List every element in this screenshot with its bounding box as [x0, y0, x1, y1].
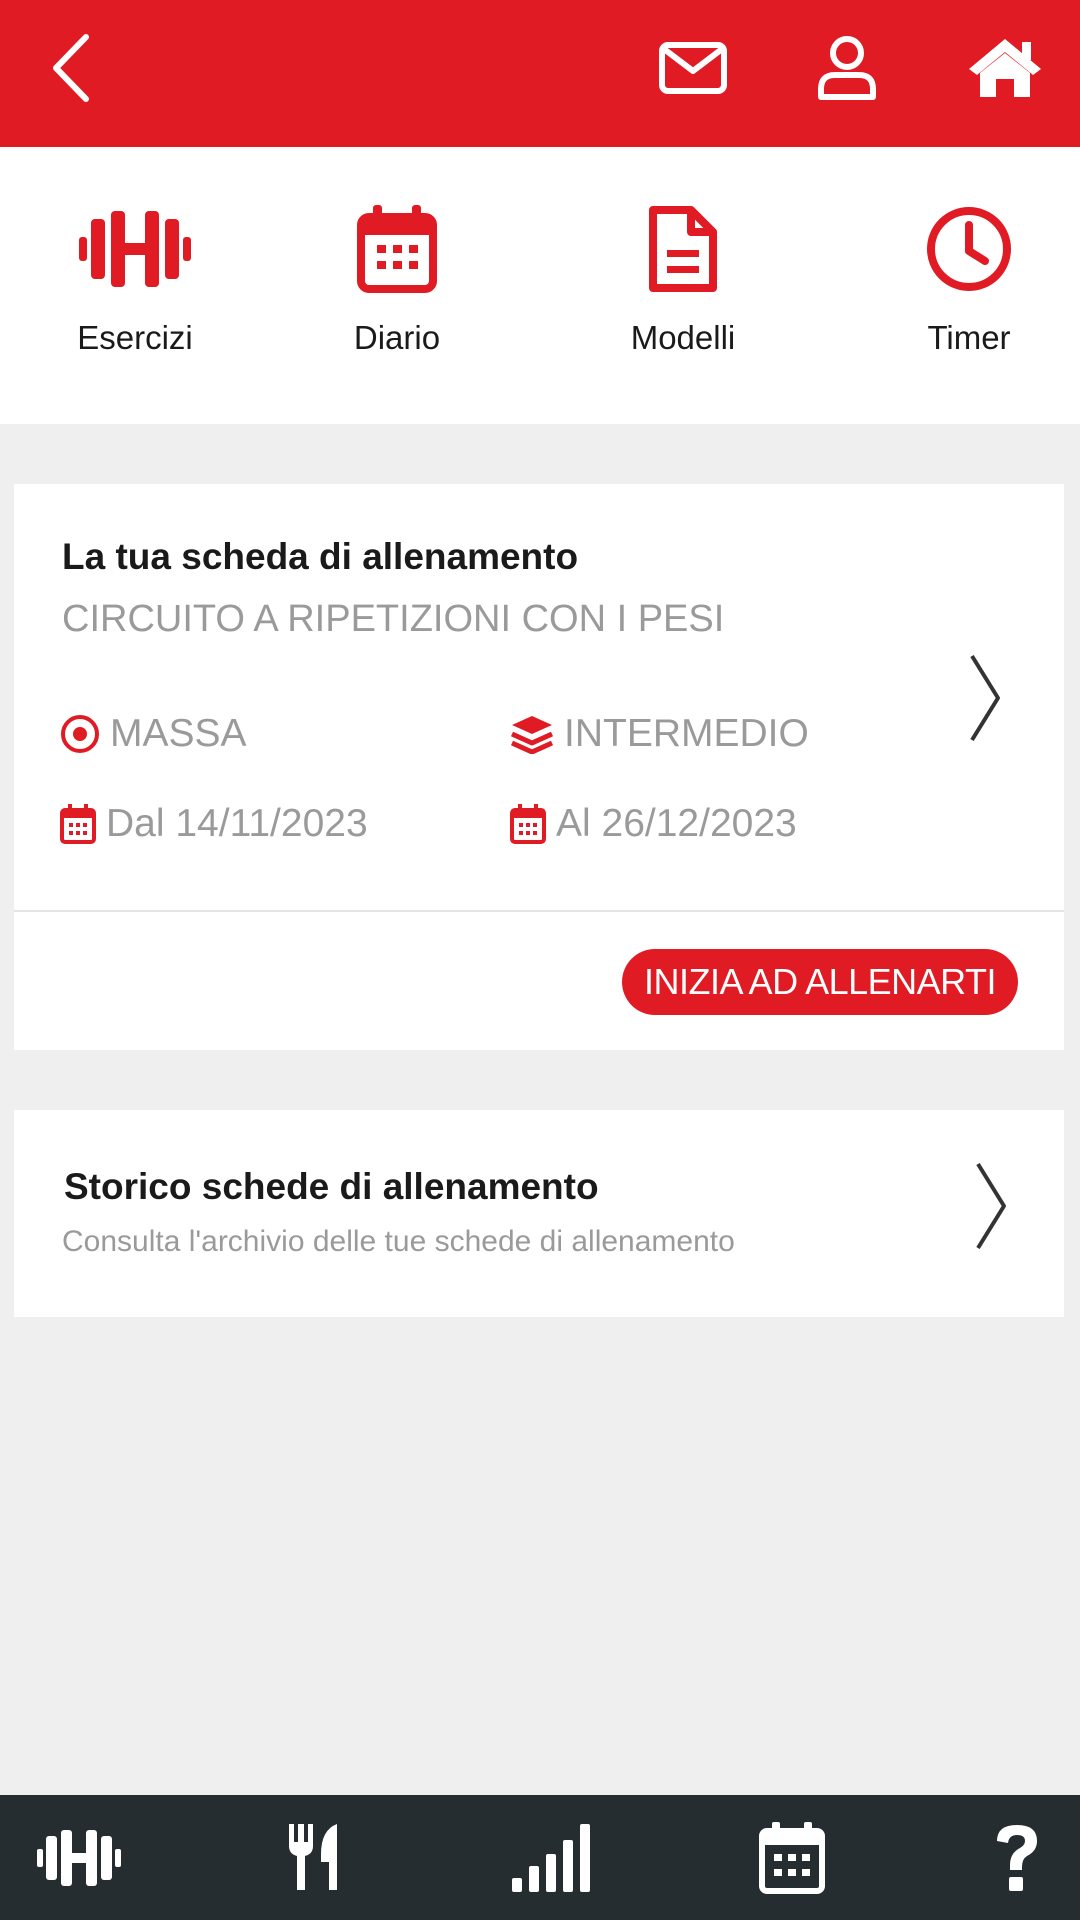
top-bar — [0, 0, 1080, 147]
nav-esercizi-label: Esercizi — [77, 319, 193, 356]
nav-modelli[interactable]: Modelli — [548, 147, 818, 424]
home-button[interactable] — [965, 28, 1045, 108]
user-icon — [818, 36, 876, 100]
plan-level-text: INTERMEDIO — [564, 712, 809, 755]
document-icon — [649, 206, 717, 292]
chevron-right-icon[interactable] — [974, 1160, 1008, 1252]
calendar-icon — [357, 205, 437, 293]
signal-bars-icon — [512, 1823, 590, 1892]
layers-icon — [510, 716, 554, 754]
plan-end-date: Al 26/12/2023 — [510, 802, 797, 846]
calendar-icon — [759, 1821, 825, 1894]
plan-end-date-text: Al 26/12/2023 — [556, 802, 797, 845]
bottom-nav-workout[interactable] — [4, 1795, 154, 1920]
chevron-right-icon[interactable] — [968, 652, 1002, 744]
history-card[interactable]: Storico schede di allenamento Consulta l… — [14, 1110, 1064, 1317]
nav-diario[interactable]: Diario — [262, 147, 532, 424]
messages-button[interactable] — [653, 28, 733, 108]
dumbbell-icon — [37, 1829, 121, 1886]
fork-knife-icon — [289, 1823, 337, 1890]
nav-timer[interactable]: Timer — [834, 147, 1080, 424]
plan-level: INTERMEDIO — [510, 712, 809, 756]
clock-icon — [927, 207, 1011, 291]
dumbbell-icon — [79, 211, 191, 287]
current-plan-name: CIRCUITO A RIPETIZIONI CON I PESI — [62, 598, 725, 640]
card-divider — [14, 910, 1064, 912]
current-plan-heading: La tua scheda di allenamento — [62, 536, 579, 577]
bottom-nav-calendar[interactable] — [717, 1795, 867, 1920]
history-heading: Storico schede di allenamento — [64, 1166, 599, 1207]
nav-timer-label: Timer — [927, 319, 1011, 356]
plan-goal: MASSA — [60, 712, 247, 756]
back-icon — [53, 34, 89, 102]
plan-goal-text: MASSA — [110, 712, 247, 755]
nav-modelli-label: Modelli — [630, 319, 736, 356]
home-icon — [969, 39, 1041, 97]
calendar-icon — [510, 804, 546, 844]
plan-start-date: Dal 14/11/2023 — [60, 802, 368, 846]
nav-esercizi[interactable]: Esercizi — [0, 147, 270, 424]
bottom-nav-help[interactable] — [942, 1795, 1080, 1920]
mail-icon — [659, 42, 727, 94]
nav-diario-label: Diario — [353, 319, 441, 356]
plan-start-date-text: Dal 14/11/2023 — [106, 802, 368, 845]
current-plan-card[interactable]: La tua scheda di allenamento CIRCUITO A … — [14, 484, 1064, 1050]
history-description: Consulta l'archivio delle tue schede di … — [62, 1225, 735, 1258]
bottom-nav-nutrition[interactable] — [241, 1795, 391, 1920]
quick-nav: Esercizi Diario Modelli Timer — [0, 147, 1080, 424]
target-icon — [61, 715, 99, 753]
start-training-button[interactable]: INIZIA AD ALLENARTI — [622, 949, 1018, 1015]
back-button[interactable] — [30, 28, 110, 108]
calendar-icon — [60, 804, 96, 844]
profile-button[interactable] — [807, 28, 887, 108]
help-icon — [997, 1824, 1037, 1891]
bottom-nav-progress[interactable] — [477, 1795, 627, 1920]
bottom-bar — [0, 1795, 1080, 1920]
